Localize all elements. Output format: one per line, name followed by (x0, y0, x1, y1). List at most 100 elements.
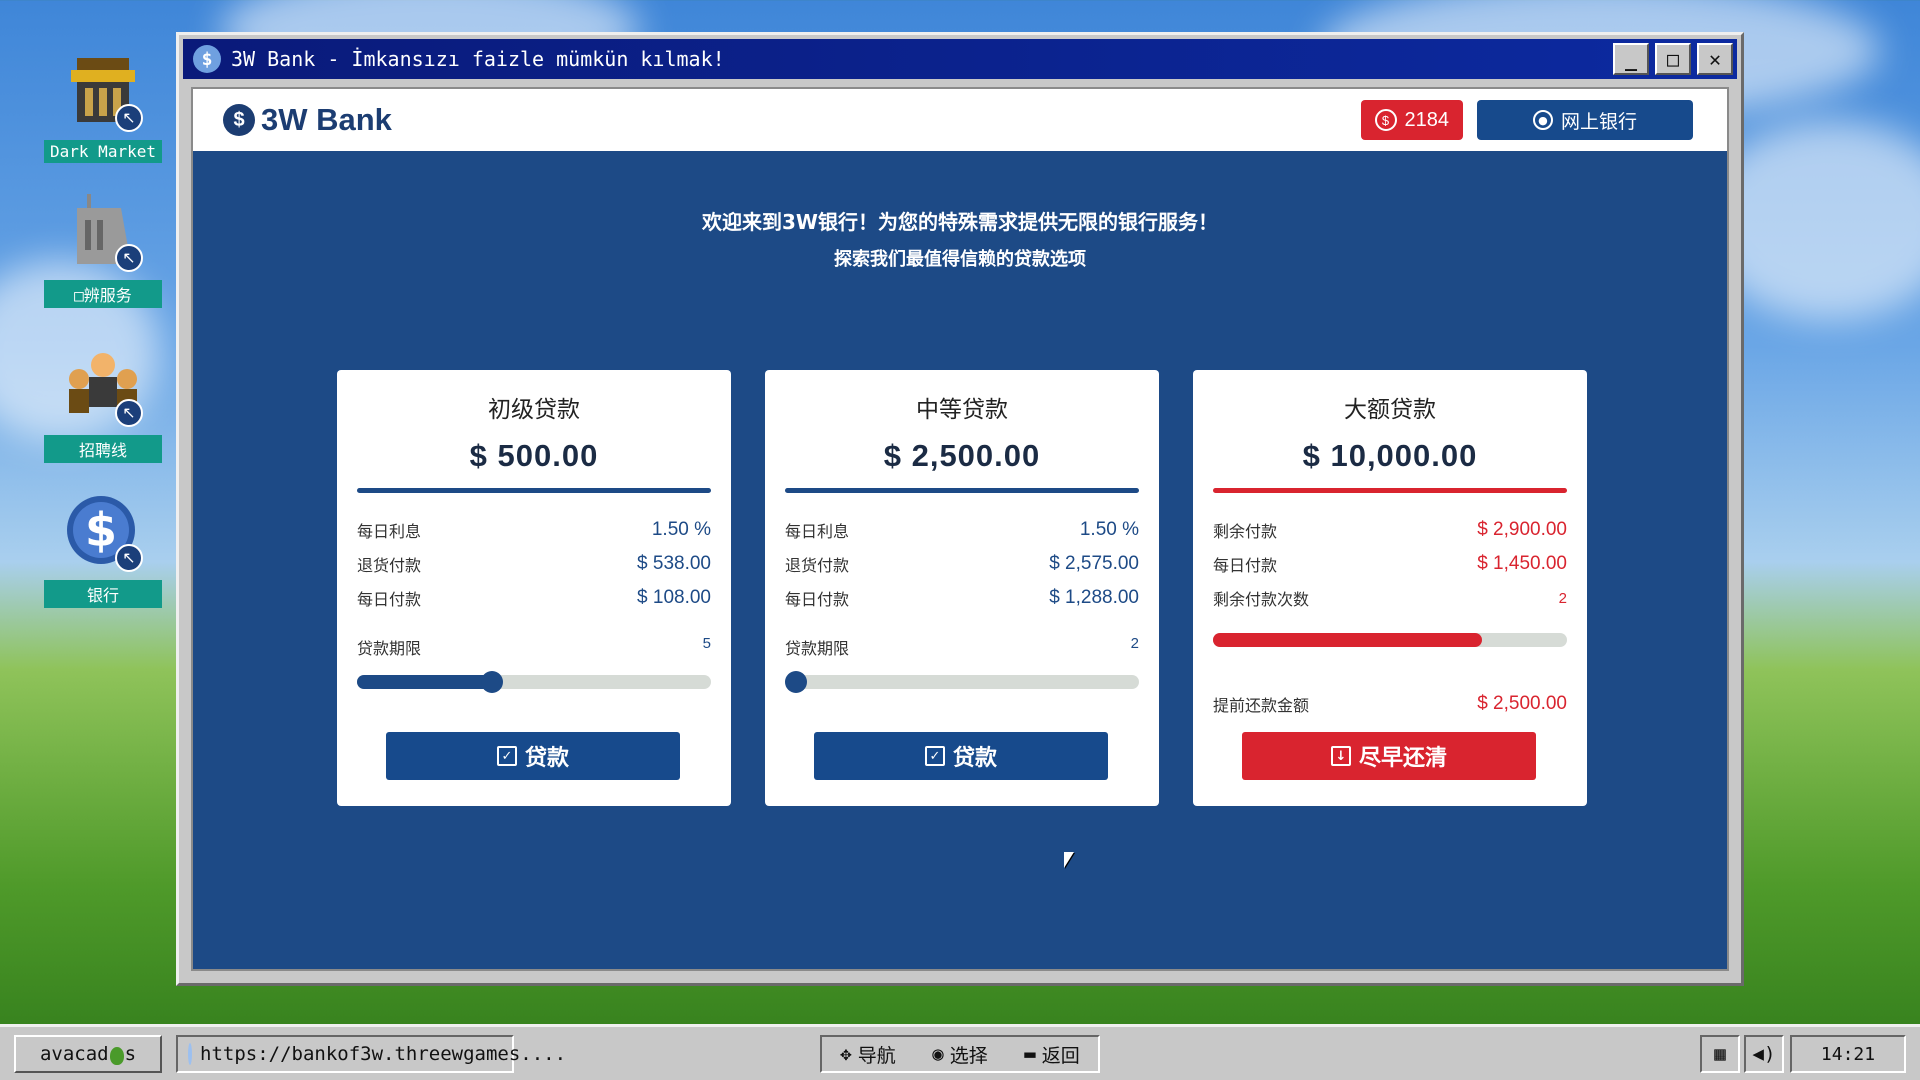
logo-coin-icon: $ (223, 104, 255, 136)
taskbar-window-tab[interactable]: https://bankof3w.threewgames.... (176, 1035, 566, 1073)
loan-title: 大额贷款 (1344, 397, 1436, 423)
row-value: 1.50 % (651, 519, 711, 540)
controller-hints: ✥ 导航 ◉ 选择 ▬ 返回 (820, 1035, 1100, 1073)
checkbox-icon: ✓ (924, 746, 945, 766)
button-label: 贷款 (524, 746, 569, 771)
row-value: $ 2,900.00 (1477, 519, 1567, 540)
prepay-value: $ 2,500.00 (1477, 693, 1567, 714)
start-label: avacad (39, 1043, 109, 1065)
close-button[interactable]: ✕ (1697, 43, 1733, 75)
back-label: 返回 (1041, 1044, 1080, 1067)
row-value: 1.50 % (1079, 519, 1139, 540)
maximize-button[interactable]: □ (1655, 43, 1691, 75)
loan-title: 中等贷款 (916, 397, 1008, 423)
slider-fill (357, 675, 500, 689)
divider (357, 488, 711, 493)
dpad-icon: ✥ (840, 1043, 852, 1065)
term-label: 贷款期限 (785, 639, 850, 658)
divider (785, 488, 1139, 493)
bank-page: $ 3W Bank $ 2184 ● 网上银行 欢迎来到3W银行！为您的特殊需求… (191, 87, 1729, 971)
slider-handle[interactable] (480, 671, 503, 693)
row-label: 每日利息 (785, 522, 850, 541)
take-loan-button[interactable]: ✓ 贷款 (386, 732, 680, 780)
checkbox-icon: ✓ (496, 746, 517, 766)
minimize-button[interactable]: _ (1613, 43, 1649, 75)
row-label: 每日付款 (1213, 556, 1278, 575)
row-label: 每日付款 (357, 590, 422, 609)
nav-hint: ✥ 导航 (840, 1041, 895, 1068)
shortcut-arrow-icon: ↖ (115, 544, 143, 572)
progress-fill (1213, 633, 1483, 647)
loan-card-small: 初级贷款 $ 500.00 每日利息 1.50 % 退货付款 $ 538.00 每日… (337, 370, 731, 806)
desktop-icon-label: 银行 (44, 580, 162, 608)
loan-card-large: 大额贷款 $ 10,000.00 剩余付款 $ 2,900.00 每日付款 $ 1,… (1193, 370, 1587, 806)
row-value: 2 (1558, 589, 1567, 607)
desktop-icon-bank[interactable]: $ ↖ 银行 (44, 490, 162, 608)
svg-text:$: $ (85, 503, 117, 557)
info-row: 每日付款 $ 1,288.00 (785, 581, 1139, 615)
start-button[interactable]: avacad s (14, 1035, 162, 1073)
taskbar: avacad s https://bankof3w.threewgames....… (0, 1024, 1920, 1080)
network-icon[interactable]: ▦ (1700, 1035, 1740, 1073)
row-label: 退货付款 (357, 556, 422, 575)
taskbar-url: https://bankof3w.threewgames.... (200, 1043, 567, 1065)
select-hint: ◉ 选择 (932, 1041, 987, 1068)
row-label: 剩余付款 (1213, 522, 1278, 541)
prepay-label: 提前还款金额 (1213, 696, 1310, 715)
people-icon: ↖ (61, 345, 145, 429)
desktop-icon-label: 招聘线 (44, 435, 162, 463)
button-label: 尽早还清 (1358, 746, 1447, 771)
welcome-subtitle: 探索我们最值得信赖的贷款选项 (834, 249, 1086, 270)
online-banking-button[interactable]: ● 网上银行 (1477, 100, 1693, 140)
back-hint: ▬ 返回 (1024, 1041, 1079, 1068)
shortcut-arrow-icon: ↖ (115, 244, 143, 272)
row-label: 每日付款 (785, 590, 850, 609)
take-loan-button[interactable]: ✓ 贷款 (814, 732, 1108, 780)
download-box-icon: ↓ (1330, 746, 1351, 766)
bank-header: $ 3W Bank $ 2184 ● 网上银行 (193, 89, 1727, 151)
repay-early-button[interactable]: ↓ 尽早还清 (1242, 732, 1536, 780)
loan-cards: 初级贷款 $ 500.00 每日利息 1.50 % 退货付款 $ 538.00 每日… (337, 370, 1587, 806)
market-stall-icon: ↖ (61, 50, 145, 134)
user-icon: ● (1532, 110, 1553, 130)
row-label: 剩余付款次数 (1213, 590, 1310, 609)
desktop-icon-recruit[interactable]: ↖ 招聘线 (44, 345, 162, 463)
row-value: $ 108.00 (637, 587, 711, 608)
term-value: 5 (702, 635, 711, 652)
slider-handle[interactable] (785, 671, 807, 693)
logo-text: 3W Bank (261, 102, 392, 137)
loan-amount: $ 2,500.00 (883, 438, 1041, 473)
clock[interactable]: 14:21 (1790, 1035, 1906, 1073)
row-value: $ 538.00 (637, 553, 711, 574)
info-row: 每日利息 1.50 % (785, 513, 1139, 547)
loan-term: 贷款期限 2 (785, 635, 1139, 659)
term-label: 贷款期限 (357, 639, 422, 658)
window-title-bar[interactable]: $ 3W Bank - İmkansızı faizle mümkün kılm… (183, 39, 1737, 79)
desktop-icon-dark-market[interactable]: ↖ Dark Market (44, 50, 162, 163)
row-value: $ 1,450.00 (1477, 553, 1567, 574)
row-value: $ 1,288.00 (1049, 587, 1139, 608)
info-row: 每日付款 $ 1,450.00 (1213, 547, 1567, 581)
bank-logo[interactable]: $ 3W Bank (223, 102, 392, 138)
divider (1213, 488, 1567, 493)
globe-icon (188, 1043, 192, 1065)
volume-icon[interactable]: ◀) (1744, 1035, 1784, 1073)
desktop-icon-label: □辨服务 (44, 280, 162, 308)
info-row: 剩余付款 $ 2,900.00 (1213, 513, 1567, 547)
info-row: 退货付款 $ 538.00 (357, 547, 711, 581)
coin-balance: 2184 (1404, 108, 1450, 131)
loan-amount: $ 500.00 (469, 438, 599, 473)
info-row: 每日利息 1.50 % (357, 513, 711, 547)
coin-icon: $ (1374, 109, 1397, 131)
term-value: 2 (1130, 635, 1139, 652)
loan-term-slider[interactable] (357, 671, 711, 693)
shortcut-arrow-icon: ↖ (115, 104, 143, 132)
button-label: 贷款 (952, 746, 997, 771)
row-label: 每日利息 (357, 522, 422, 541)
desktop-icon-service[interactable]: ↖ □辨服务 (44, 190, 162, 308)
dollar-coin-icon: $ ↖ (61, 490, 145, 574)
loan-title: 初级贷款 (488, 397, 580, 423)
coin-balance-badge[interactable]: $ 2184 (1360, 100, 1463, 140)
loan-term: 贷款期限 5 (357, 635, 711, 659)
loan-term-slider[interactable] (785, 671, 1139, 693)
